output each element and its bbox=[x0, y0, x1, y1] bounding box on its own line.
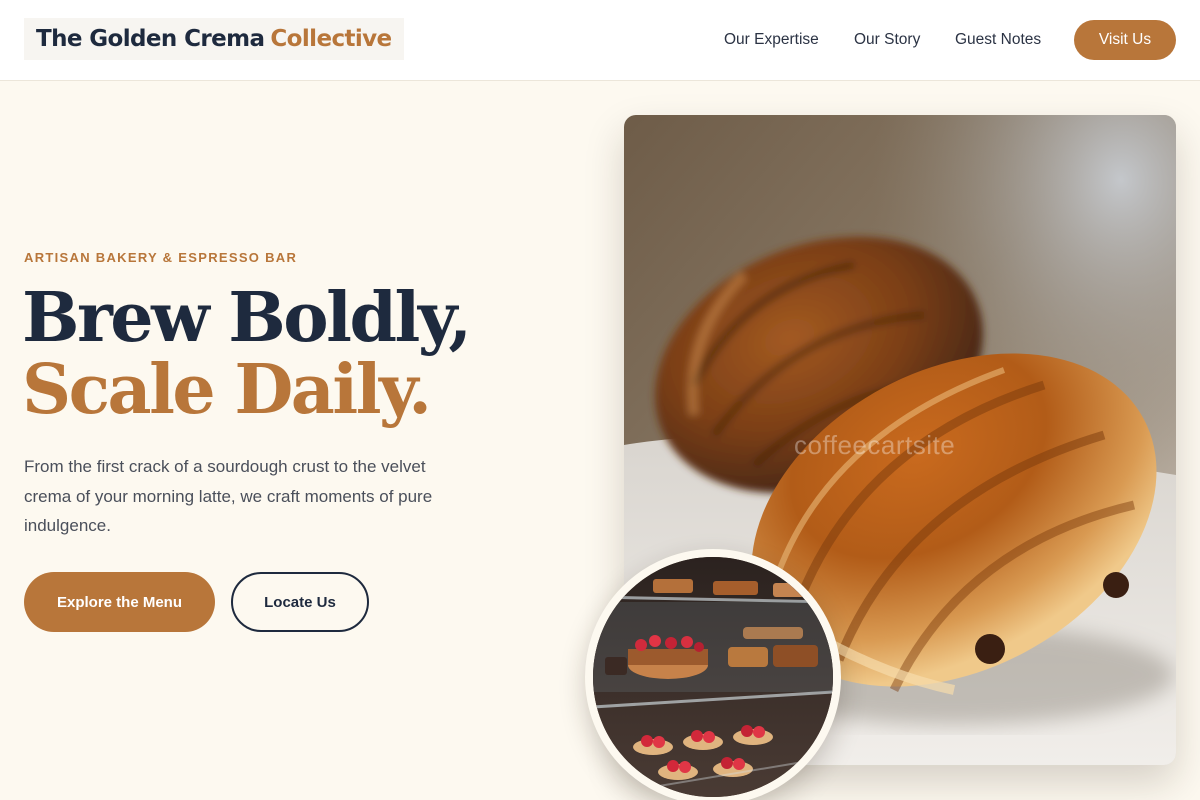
hero-eyebrow: ARTISAN BAKERY & ESPRESSO BAR bbox=[24, 250, 298, 265]
hero-lead-text: From the first crack of a sourdough crus… bbox=[24, 457, 433, 535]
brand-name-accent: Collective bbox=[270, 26, 392, 52]
explore-menu-button[interactable]: Explore the Menu bbox=[24, 572, 215, 632]
nav-link-guest-notes[interactable]: Guest Notes bbox=[955, 31, 1041, 49]
brand-name-primary: The Golden Crema bbox=[36, 26, 265, 52]
pastry-display-case-photo bbox=[585, 549, 841, 800]
headline-line-2: Scale Daily. bbox=[22, 350, 432, 430]
visit-us-button[interactable]: Visit Us bbox=[1074, 20, 1176, 60]
nav-link-our-expertise[interactable]: Our Expertise bbox=[724, 31, 819, 49]
site-header: The Golden Crema Collective Our Expertis… bbox=[0, 0, 1200, 81]
headline-line-1: Brew Boldly, bbox=[22, 278, 472, 358]
hero-headline: Brew Boldly, Scale Daily. bbox=[22, 278, 472, 430]
nav-link-our-story[interactable]: Our Story bbox=[854, 31, 920, 49]
image-watermark: coffeecartsite bbox=[794, 430, 956, 460]
brand-logo[interactable]: The Golden Crema Collective bbox=[24, 18, 404, 60]
locate-us-button[interactable]: Locate Us bbox=[231, 572, 369, 632]
